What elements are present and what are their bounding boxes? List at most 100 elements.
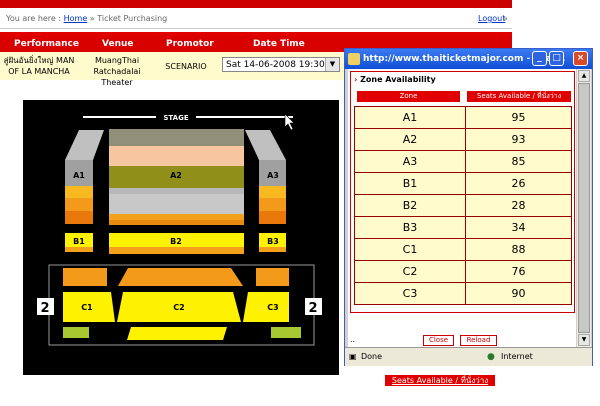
zone-c2-front: [118, 268, 243, 286]
top-red-bar: [0, 0, 512, 8]
venue-line2: Ratchadalai Theater: [93, 67, 141, 87]
side-left-label: 2: [40, 301, 49, 316]
zone-c1-front: [63, 268, 107, 286]
zone-c2-label: C2: [173, 303, 184, 312]
zone-c1-label: C1: [81, 303, 93, 312]
seats-cell: 76: [465, 260, 572, 283]
window-titlebar[interactable]: http://www.thaiticketmajor.com - Thai...…: [345, 49, 592, 69]
side-right-label: 2: [308, 301, 317, 316]
zone-a1[interactable]: A1: [65, 130, 104, 224]
zone-cell: A3: [354, 150, 466, 173]
zone-a3-label: A3: [267, 171, 279, 180]
browser-icon: [348, 53, 360, 65]
venue-name: MuangThai Ratchadalai Theater: [78, 55, 156, 88]
zone-b1-label: B1: [73, 237, 85, 246]
zone-c1-rear: [63, 327, 89, 338]
zone-cell: C2: [354, 260, 466, 283]
close-button[interactable]: Close: [423, 335, 454, 346]
minimize-icon[interactable]: _: [532, 51, 547, 66]
datetime-value: Sat 14-06-2008 19:30: [226, 60, 325, 70]
table-row: C2 76: [354, 260, 572, 283]
zone-cell: B2: [354, 194, 466, 217]
zone-cell: A2: [354, 128, 466, 151]
zone-title-text: Zone Availability: [360, 75, 436, 84]
datetime-select[interactable]: Sat 14-06-2008 19:30 ▼: [222, 57, 340, 72]
seats-cell: 95: [465, 106, 572, 129]
seats-cell: 90: [465, 282, 572, 305]
zone-a3[interactable]: A3: [245, 130, 286, 224]
table-row: C1 88: [354, 238, 572, 261]
chevron-down-icon[interactable]: ▼: [325, 58, 339, 71]
reload-button[interactable]: Reload: [460, 335, 497, 346]
page-icon: ▣: [349, 352, 357, 361]
seats-cell: 26: [465, 172, 572, 195]
seats-cell: 85: [465, 150, 572, 173]
vertical-scrollbar[interactable]: ▲ ▼: [577, 69, 591, 347]
zone-c2-rear: [127, 327, 227, 340]
zone-availability-panel: › Zone Availability Zone Seats Available…: [350, 71, 575, 346]
table-row: B3 34: [354, 216, 572, 239]
zone-availability-title: › Zone Availability: [354, 75, 436, 84]
zone-b3[interactable]: B3: [259, 233, 286, 252]
table-row: B1 26: [354, 172, 572, 195]
performance-line1: สู่ฝันอันยิ่งใหญ่ MAN: [3, 56, 75, 65]
breadcrumb-current: Ticket Purchasing: [97, 14, 168, 23]
venue-line1: MuangThai: [94, 56, 140, 65]
zone-b2-label: B2: [170, 237, 182, 246]
seats-cell: 28: [465, 194, 572, 217]
zone-b1[interactable]: B1: [65, 233, 93, 252]
zone-a1-label: A1: [73, 171, 85, 180]
zone-c3-rear: [271, 327, 301, 338]
maximize-icon[interactable]: □: [549, 51, 564, 66]
scroll-down-icon[interactable]: ▼: [578, 334, 590, 346]
scroll-up-icon[interactable]: ▲: [578, 70, 590, 82]
breadcrumb-home-link[interactable]: Home: [64, 14, 88, 23]
table-row: A3 85: [354, 150, 572, 173]
zone-c3[interactable]: C3: [243, 292, 289, 322]
window-content: › Zone Availability Zone Seats Available…: [348, 69, 576, 347]
zone-c1[interactable]: C1: [63, 292, 115, 322]
zone-table: A1 95 A2 93 A3 85 B1 26 B2 28 B3 34 C1 88 C2 76 C3 90: [354, 106, 572, 305]
zone-table-header: Zone Seats Available / ที่นั่งว่าง: [354, 91, 571, 102]
promotor-name: SCENARIO: [165, 62, 207, 71]
zone-cell: B1: [354, 172, 466, 195]
header-performance: Performance: [14, 39, 79, 49]
zone-c3-front: [256, 268, 289, 286]
chevron-right-icon: ›: [354, 75, 358, 84]
status-zone: Internet: [501, 352, 533, 361]
breadcrumb-prefix: You are here :: [6, 14, 62, 23]
zone-cell: B3: [354, 216, 466, 239]
status-bar: ▣ Done ● Internet: [345, 347, 592, 366]
page-dots: ..: [350, 335, 356, 344]
performance-name: สู่ฝันอันยิ่งใหญ่ MAN OF LA MANCHA: [2, 55, 76, 77]
zone-c3-label: C3: [267, 303, 278, 312]
table-row: A2 93: [354, 128, 572, 151]
zone-c2[interactable]: C2: [117, 292, 241, 322]
table-row: B2 28: [354, 194, 572, 217]
zone-a2-label: A2: [170, 171, 182, 180]
zone-availability-window: http://www.thaiticketmajor.com - Thai...…: [344, 48, 593, 366]
seats-cell: 88: [465, 238, 572, 261]
globe-icon: ●: [487, 352, 495, 362]
zone-cell: C1: [354, 238, 466, 261]
table-row: C3 90: [354, 282, 572, 305]
header-zone: Zone: [357, 91, 460, 102]
breadcrumb-bar: You are here : Home » Ticket Purchasing …: [0, 9, 512, 29]
status-done: Done: [361, 352, 383, 361]
breadcrumb: You are here : Home » Ticket Purchasing: [6, 14, 167, 23]
zone-b3-label: B3: [267, 237, 279, 246]
breadcrumb-separator: »: [89, 14, 95, 23]
performance-line2: OF LA MANCHA: [8, 67, 70, 76]
scrollbar-thumb[interactable]: [578, 83, 590, 333]
logout-arrow: »: [503, 14, 508, 23]
seating-map: STAGE A1 A3 A2 B1 B2 B3 C1 C2 C3 2 2: [23, 100, 339, 375]
zone-cell: C3: [354, 282, 466, 305]
header-venue: Venue: [102, 39, 134, 49]
zone-cell: A1: [354, 106, 466, 129]
header-promotor: Promotor: [166, 39, 214, 49]
seats-available-button[interactable]: Seats Available / ที่นั่งว่าง: [384, 374, 496, 387]
zone-a2[interactable]: A2: [109, 129, 244, 225]
logout-link[interactable]: Logout: [478, 14, 505, 23]
close-icon[interactable]: ×: [573, 51, 588, 66]
zone-b2[interactable]: B2: [109, 233, 244, 254]
